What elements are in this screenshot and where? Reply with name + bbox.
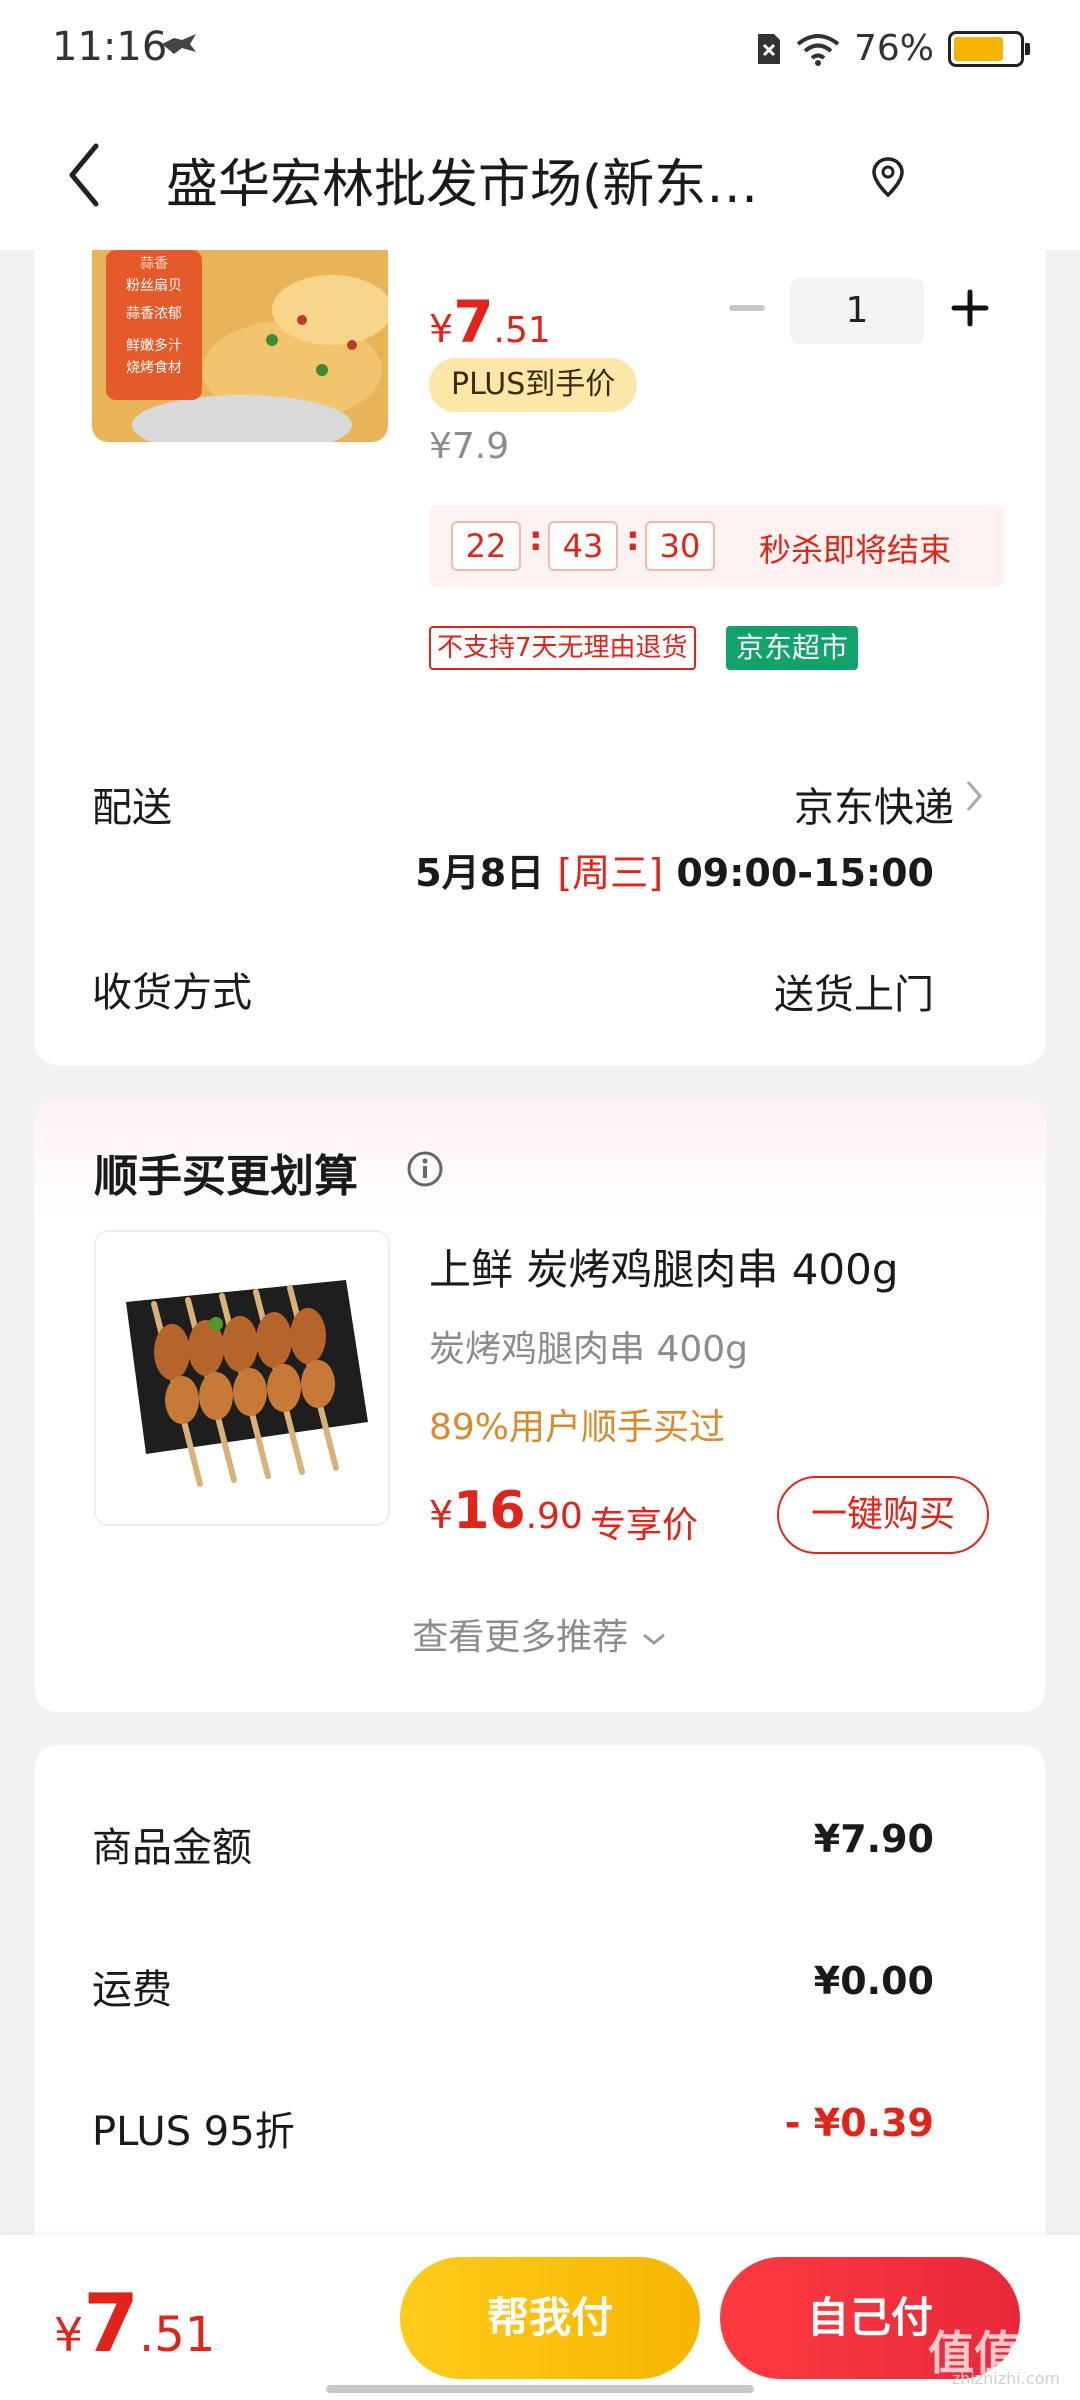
- image-text-4: 鲜嫩多汁: [126, 337, 182, 354]
- no-sim-icon: [757, 33, 780, 64]
- image-text-5: 烧烤食材: [126, 359, 182, 376]
- quantity-input[interactable]: 1: [790, 278, 924, 344]
- info-icon[interactable]: [406, 1150, 444, 1188]
- quantity-decrease-button[interactable]: [729, 305, 765, 311]
- view-more-label: 查看更多推荐: [412, 1617, 629, 1658]
- chevron-down-icon: [642, 1633, 665, 1645]
- no-return-tag: 不支持7天无理由退货: [429, 626, 696, 670]
- help-me-pay-button[interactable]: 帮我付: [400, 2257, 700, 2379]
- delivery-weekday: [周三]: [557, 851, 664, 895]
- price-currency: ¥: [429, 307, 454, 351]
- countdown-label: 秒杀即将结束: [759, 531, 952, 569]
- product-thumbnail[interactable]: 蒜香 粉丝扇贝 蒜香浓郁 鲜嫩多汁 烧烤食材: [92, 250, 388, 442]
- exclusive-price-label: 专享价: [590, 1505, 699, 1546]
- battery-percent: 76%: [853, 28, 934, 69]
- scallop-image: 蒜香 粉丝扇贝 蒜香浓郁 鲜嫩多汁 烧烤食材: [92, 250, 388, 442]
- image-text-1: 蒜香: [140, 256, 168, 272]
- skewer-image: [126, 1280, 368, 1487]
- battery-level: [954, 36, 1003, 61]
- original-price: ¥7.9: [429, 426, 510, 467]
- back-arrow-icon[interactable]: [64, 140, 104, 210]
- product-price: ¥7.51: [429, 288, 551, 356]
- price-currency: ¥: [54, 2308, 84, 2362]
- order-item-card: 蒜香 粉丝扇贝 蒜香浓郁 鲜嫩多汁 烧烤食材 ¥7.51 1 PLUS到手价 ¥…: [34, 250, 1046, 1065]
- price-integer: 7: [453, 288, 494, 356]
- delivery-day: 5月8日: [415, 851, 545, 895]
- goods-amount-value: ¥7.90: [813, 1817, 934, 1861]
- view-more-recommendations[interactable]: 查看更多推荐: [34, 1608, 1046, 1660]
- jd-supermarket-tag: 京东超市: [726, 626, 859, 670]
- flash-sale-countdown: 22 : 43 : 30 秒杀即将结束: [429, 505, 1004, 587]
- checkout-bar: ¥7.51 帮我付 自己付 值值值 zhizhizhi.com: [0, 2235, 1080, 2400]
- countdown-hours: 22: [451, 521, 521, 571]
- delivery-date: 5月8日 [周三] 09:00-15:00: [415, 842, 934, 897]
- recommendation-card: 顺手买更划算 上鲜 炭烤鸡腿肉串 400g 炭烤鸡腿肉串 400g 89%用户顺…: [34, 1098, 1046, 1712]
- one-click-buy-button[interactable]: 一键购买: [777, 1476, 989, 1554]
- price-integer: 16: [453, 1481, 526, 1541]
- image-text-2: 粉丝扇贝: [126, 278, 182, 294]
- wifi-icon: [796, 33, 840, 66]
- shipping-fee-label: 运费: [92, 1967, 172, 2013]
- price-integer: 7: [83, 2277, 139, 2370]
- price-decimal: .90: [525, 1496, 583, 1537]
- status-bar: 11:16 76%: [0, 0, 1080, 100]
- plus-discount-value: - ¥0.39: [784, 2101, 934, 2145]
- receive-method-label: 收货方式: [92, 970, 252, 1016]
- chevron-right-icon[interactable]: [964, 778, 984, 814]
- app-notification-icon: [162, 34, 196, 54]
- price-currency: ¥: [429, 1493, 454, 1537]
- price-decimal: .51: [493, 310, 551, 351]
- nav-bar: 盛华宏林批发市场(新东…: [0, 100, 1080, 250]
- countdown-seconds: 30: [645, 521, 715, 571]
- countdown-minutes: 43: [548, 521, 618, 571]
- goods-amount-label: 商品金额: [92, 1825, 252, 1871]
- receive-method-value[interactable]: 送货上门: [774, 962, 934, 1020]
- recommended-product-price: ¥16.90: [429, 1481, 583, 1541]
- plus-price-badge: PLUS到手价: [429, 358, 638, 412]
- quantity-increase-button[interactable]: [950, 288, 990, 328]
- price-decimal: .51: [138, 2307, 216, 2363]
- page-title: 盛华宏林批发市场(新东…: [166, 155, 759, 215]
- recommendation-title: 顺手买更划算: [94, 1151, 358, 1202]
- delivery-time-range: 09:00-15:00: [676, 851, 934, 895]
- home-indicator[interactable]: [326, 2385, 754, 2393]
- image-text-3: 蒜香浓郁: [126, 306, 182, 322]
- delivery-label: 配送: [92, 785, 172, 831]
- status-indicators: 76%: [756, 28, 1030, 69]
- recommended-product-subtitle: 炭烤鸡腿肉串 400g: [429, 1329, 749, 1370]
- location-pin-icon[interactable]: [870, 155, 906, 199]
- total-price: ¥7.51: [54, 2277, 215, 2370]
- shipping-fee-value: ¥0.00: [813, 1959, 934, 2003]
- countdown-colon: :: [626, 519, 640, 559]
- plus-discount-label: PLUS 95折: [92, 2109, 295, 2155]
- countdown-colon: :: [529, 519, 543, 559]
- delivery-method[interactable]: 京东快递: [794, 775, 954, 833]
- status-time: 11:16: [52, 24, 168, 70]
- recommended-product-name[interactable]: 上鲜 炭烤鸡腿肉串 400g: [429, 1236, 899, 1297]
- social-proof-text: 89%用户顺手买过: [429, 1407, 726, 1448]
- battery-icon: [948, 30, 1030, 67]
- watermark-url: zhizhizhi.com: [951, 2369, 1060, 2388]
- recommended-product-image[interactable]: [94, 1230, 390, 1526]
